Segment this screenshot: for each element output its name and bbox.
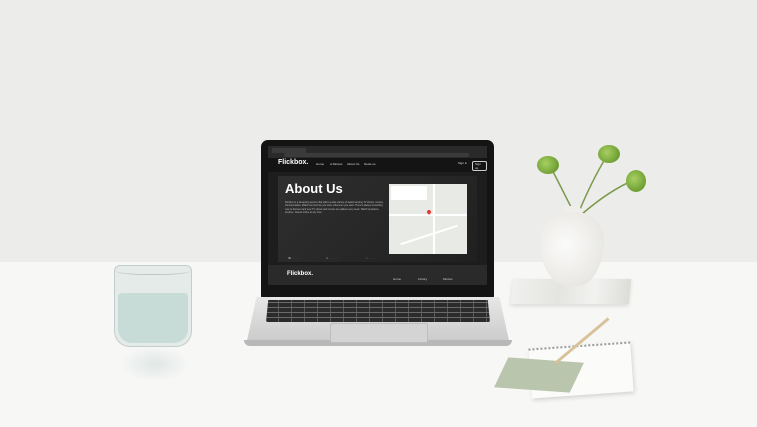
glass-water [118, 293, 188, 343]
laptop-lid: Flickbox. Home A-Movies About Us News us… [261, 140, 494, 298]
laptop-screen: Flickbox. Home A-Movies About Us News us… [268, 146, 487, 285]
contact-phone: ☎ · · · · · [288, 257, 300, 260]
site-logo[interactable]: Flickbox. [278, 159, 308, 166]
contact-email: ✉ · · · · · · [326, 257, 338, 260]
footer-link-movies[interactable]: Movies [443, 277, 453, 281]
address-bar[interactable] [284, 153, 469, 157]
footer-logo[interactable]: Flickbox. [287, 271, 313, 277]
map-road [400, 224, 458, 245]
white-vase [540, 212, 604, 286]
map-road [433, 184, 435, 254]
about-paragraph: Flickbox is a streaming service that off… [285, 201, 384, 215]
laptop-keyboard[interactable] [266, 300, 490, 322]
glass-shadow [120, 346, 190, 382]
footer-link-library[interactable]: Library [418, 277, 427, 281]
glass-rim [115, 266, 191, 275]
flower-right [626, 170, 646, 192]
sage-paper-card [494, 357, 584, 393]
signin-button[interactable]: Sign in [458, 161, 467, 165]
nav-link-home[interactable]: Home [316, 162, 324, 166]
contact-address: ⌂ · · · · · [366, 257, 376, 260]
keyboard-rows [266, 300, 490, 322]
page-title: About Us [285, 181, 343, 196]
nav-link-movies[interactable]: A-Movies [330, 162, 343, 166]
embedded-map[interactable] [389, 184, 467, 254]
water-glass [114, 265, 192, 347]
browser-toolbar [268, 146, 487, 158]
flower-left [537, 156, 559, 174]
laptop-trackpad[interactable] [330, 323, 428, 343]
nav-link-about[interactable]: About Us [347, 162, 359, 166]
flower-middle [598, 145, 620, 163]
nav-link-news[interactable]: News us [364, 162, 376, 166]
signup-button[interactable]: Sign up [472, 161, 487, 171]
map-info-card[interactable] [391, 186, 427, 200]
footer-link-home[interactable]: Home [393, 277, 401, 281]
